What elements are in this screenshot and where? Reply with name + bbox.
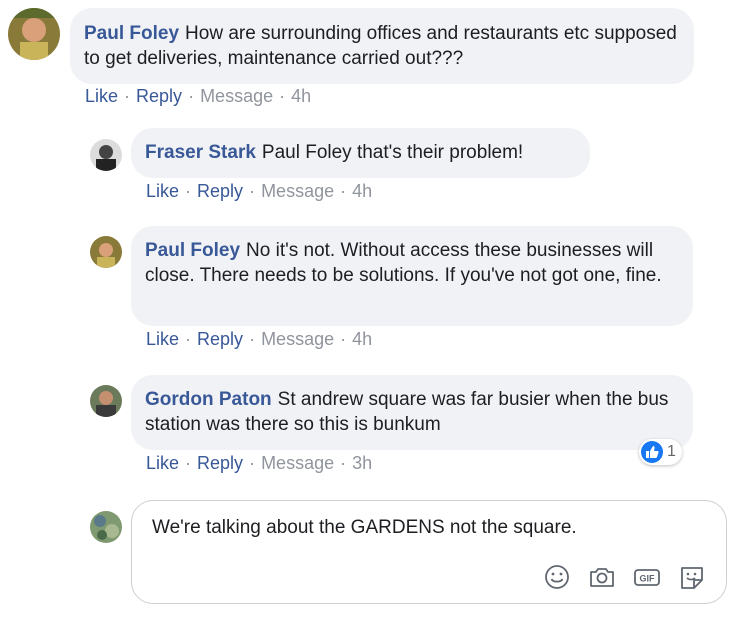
sticker-icon[interactable] <box>677 563 707 591</box>
separator-dot: · <box>185 453 192 473</box>
timestamp[interactable]: 4h <box>352 329 372 350</box>
reply-link[interactable]: Reply <box>197 453 243 474</box>
avatar-gordon-paton[interactable] <box>90 385 122 417</box>
separator-dot: · <box>249 453 256 473</box>
timestamp[interactable]: 4h <box>352 181 372 202</box>
emoji-icon[interactable] <box>542 563 572 591</box>
gif-label: GIF <box>640 574 656 584</box>
reaction-count[interactable]: 1 <box>639 439 682 465</box>
message-link[interactable]: Message <box>261 453 334 474</box>
separator-dot: · <box>340 329 347 349</box>
reply-link[interactable]: Reply <box>136 86 182 107</box>
reply-link[interactable]: Reply <box>197 329 243 350</box>
separator-dot: · <box>340 181 347 201</box>
comment-actions: Like · Reply · Message · 3h <box>146 453 372 474</box>
separator-dot: · <box>249 329 256 349</box>
like-link[interactable]: Like <box>146 329 179 350</box>
reply-link[interactable]: Reply <box>197 181 243 202</box>
comment-actions: Like · Reply · Message · 4h <box>146 329 372 350</box>
comment-bubble: Paul Foley No it's not. Without access th… <box>131 226 693 326</box>
like-link[interactable]: Like <box>146 181 179 202</box>
message-link[interactable]: Message <box>261 181 334 202</box>
reaction-count-value: 1 <box>667 443 676 460</box>
comment-author[interactable]: Paul Foley <box>84 23 179 44</box>
avatar-paul-foley[interactable] <box>8 8 60 60</box>
separator-dot: · <box>279 86 286 106</box>
comment-composer[interactable]: We're talking about the GARDENS not the … <box>131 500 727 604</box>
separator-dot: · <box>185 329 192 349</box>
timestamp[interactable]: 4h <box>291 86 311 107</box>
timestamp[interactable]: 3h <box>352 453 372 474</box>
message-link[interactable]: Message <box>200 86 273 107</box>
message-link[interactable]: Message <box>261 329 334 350</box>
thumbs-up-icon <box>641 441 663 463</box>
camera-icon[interactable] <box>587 563 617 591</box>
comment-actions: Like · Reply · Message · 4h <box>146 181 372 202</box>
comment-author[interactable]: Paul Foley <box>145 240 240 261</box>
gif-icon[interactable]: GIF <box>632 563 662 591</box>
comment-actions: Like · Reply · Message · 4h <box>85 86 311 107</box>
separator-dot: · <box>185 181 192 201</box>
like-link[interactable]: Like <box>85 86 118 107</box>
comment-text: Paul Foley that's their problem! <box>261 142 524 163</box>
avatar-paul-foley[interactable] <box>90 236 122 268</box>
separator-dot: · <box>188 86 195 106</box>
comment-bubble: Fraser Stark Paul Foley that's their prob… <box>131 128 590 178</box>
separator-dot: · <box>124 86 131 106</box>
comment-author[interactable]: Gordon Paton <box>145 389 272 410</box>
avatar-current-user[interactable] <box>90 511 122 543</box>
comment-bubble: Paul Foley How are surrounding offices an… <box>70 8 694 84</box>
separator-dot: · <box>249 181 256 201</box>
comment-author[interactable]: Fraser Stark <box>145 142 256 163</box>
separator-dot: · <box>340 453 347 473</box>
avatar-fraser-stark[interactable] <box>90 139 122 171</box>
comment-bubble: Gordon Paton St andrew square was far bus… <box>131 375 693 450</box>
like-link[interactable]: Like <box>146 453 179 474</box>
composer-input[interactable]: We're talking about the GARDENS not the … <box>152 515 577 540</box>
